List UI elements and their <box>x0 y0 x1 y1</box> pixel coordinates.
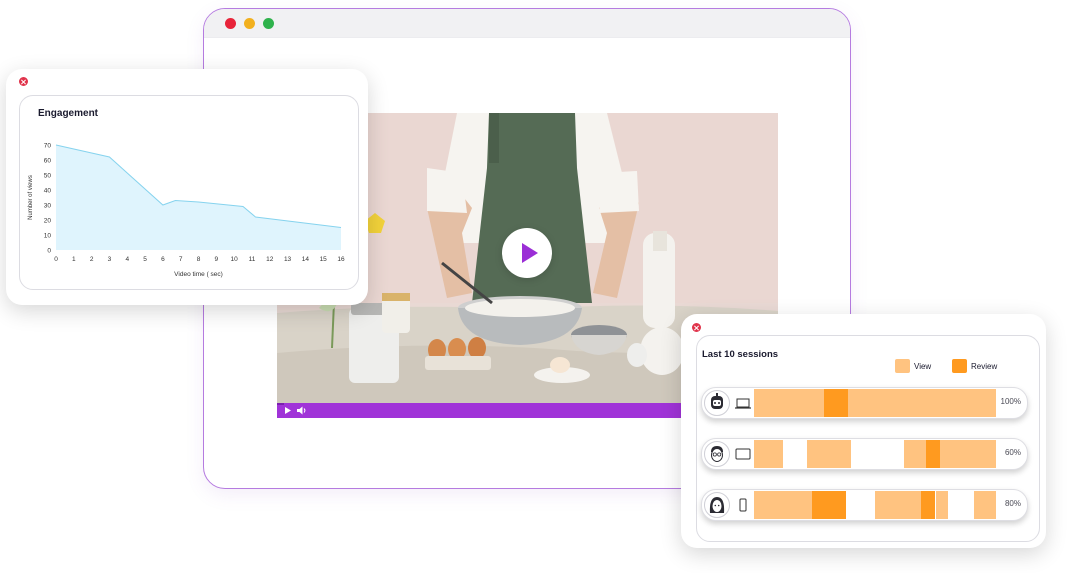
x-tick-label: 11 <box>249 256 256 263</box>
person-robot-avatar-icon <box>704 390 730 416</box>
x-tick-label: 13 <box>284 256 292 263</box>
browser-title-bar <box>204 9 850 38</box>
x-tick-label: 6 <box>161 256 165 263</box>
y-tick-label: 70 <box>44 143 52 150</box>
x-tick-label: 16 <box>337 256 345 263</box>
close-window-dot[interactable] <box>225 18 236 29</box>
y-tick-label: 40 <box>44 188 52 195</box>
view-segment <box>875 491 921 519</box>
y-axis-label: Number of views <box>28 175 34 220</box>
sessions-card: Last 10 sessions View Review 100% 60% 80… <box>681 314 1046 548</box>
engagement-area <box>56 145 341 250</box>
view-segment <box>940 440 996 468</box>
session-percent: 100% <box>1000 397 1021 406</box>
y-tick-label: 60 <box>44 158 52 165</box>
view-segment <box>754 389 825 417</box>
x-tick-label: 15 <box>320 256 328 263</box>
y-tick-label: 50 <box>44 173 52 180</box>
x-tick-label: 7 <box>179 256 183 263</box>
x-tick-label: 3 <box>108 256 112 263</box>
view-segment <box>904 440 926 468</box>
tablet-icon <box>732 445 754 463</box>
legend-review-swatch <box>952 359 967 373</box>
volume-icon[interactable] <box>296 405 308 416</box>
close-icon[interactable] <box>692 323 701 332</box>
view-segment <box>754 440 784 468</box>
person-glasses-avatar-icon <box>704 441 730 467</box>
y-tick-label: 20 <box>44 218 52 225</box>
session-timeline <box>754 389 996 417</box>
view-segment <box>848 389 996 417</box>
session-percent: 80% <box>1004 499 1021 508</box>
review-segment <box>920 491 936 519</box>
legend-view-label: View <box>914 362 932 371</box>
x-tick-label: 14 <box>302 256 310 263</box>
engagement-chart: 0102030405060700 1 2 3 4 5 6 7 8 9 10 11 12 13 14 15 16V… <box>28 143 345 279</box>
review-segment <box>824 389 849 417</box>
session-timeline <box>754 440 996 468</box>
y-tick-label: 0 <box>47 248 51 255</box>
x-tick-label: 0 <box>54 256 58 263</box>
x-tick-label: 1 <box>72 256 76 263</box>
x-tick-label: 4 <box>125 256 129 263</box>
minimize-window-dot[interactable] <box>244 18 255 29</box>
laptop-icon <box>732 394 754 412</box>
session-row[interactable]: 60% <box>701 438 1028 470</box>
x-axis-label: Video time ( sec) <box>174 271 223 278</box>
review-segment <box>925 440 941 468</box>
x-tick-label: 2 <box>90 256 94 263</box>
session-percent: 60% <box>1004 448 1021 457</box>
engagement-card: Engagement 0 10 20 30 40 50 60 70 0 1 2 3 4 5 6 7 8 9 10 11… <box>6 69 368 305</box>
session-row[interactable]: 100% <box>701 387 1028 419</box>
maximize-window-dot[interactable] <box>263 18 274 29</box>
x-tick-label: 12 <box>266 256 274 263</box>
session-timeline <box>754 491 996 519</box>
y-tick-label: 30 <box>44 203 52 210</box>
x-tick-label: 8 <box>197 256 201 263</box>
session-row[interactable]: 80% <box>701 489 1028 521</box>
x-tick-label: 5 <box>143 256 147 263</box>
play-icon[interactable] <box>282 405 294 416</box>
x-tick-label: 10 <box>231 256 239 263</box>
legend-view-swatch <box>895 359 910 373</box>
review-segment <box>812 491 846 519</box>
view-segment <box>754 491 813 519</box>
person-long-hair-avatar-icon <box>704 492 730 518</box>
y-tick-label: 10 <box>44 233 52 240</box>
x-tick-label: 9 <box>215 256 219 263</box>
play-button[interactable] <box>502 228 552 278</box>
phone-icon <box>732 496 754 514</box>
view-segment <box>807 440 851 468</box>
view-segment <box>974 491 996 519</box>
view-segment <box>935 491 948 519</box>
engagement-panel: Engagement 0 10 20 30 40 50 60 70 0 1 2 3 4 5 6 7 8 9 10 11… <box>19 95 359 290</box>
close-icon[interactable] <box>19 77 28 86</box>
play-icon <box>522 243 538 263</box>
sessions-title: Last 10 sessions <box>702 349 779 360</box>
legend-review-label: Review <box>971 362 998 371</box>
